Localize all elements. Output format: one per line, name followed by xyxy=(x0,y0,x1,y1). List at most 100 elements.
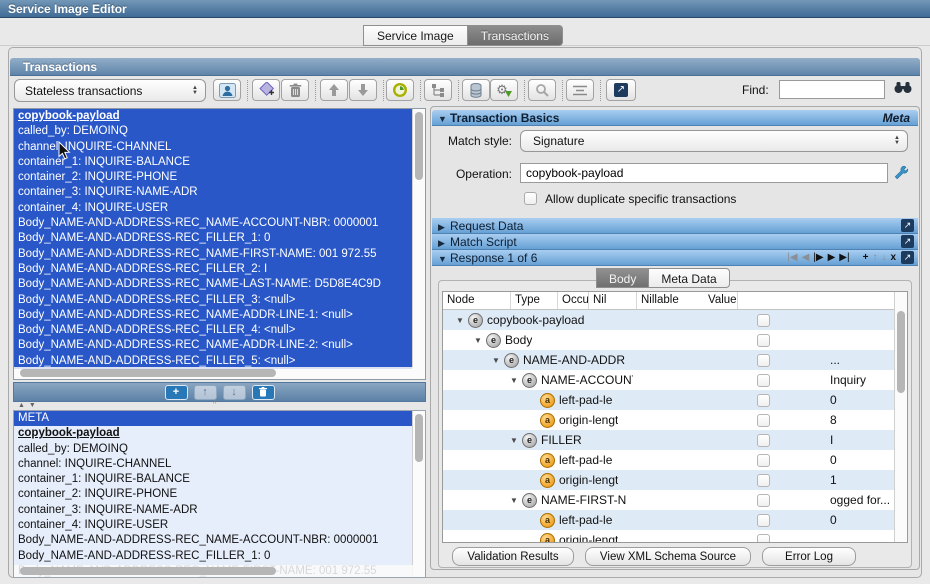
view-xml-schema-source-button[interactable]: View XML Schema Source xyxy=(585,547,751,566)
tree-table-row[interactable]: ▼ e NAME-FIRST-N ogged for... xyxy=(443,490,907,510)
transaction-field-row[interactable]: container_2: INQUIRE-PHONE xyxy=(14,170,413,185)
move-down-button[interactable] xyxy=(349,79,377,101)
add-transaction-button[interactable] xyxy=(252,79,280,101)
column-header[interactable]: Nillable xyxy=(637,292,704,309)
column-header[interactable]: Node xyxy=(443,292,511,309)
transaction-basics-header[interactable]: ▼Transaction Basics Meta xyxy=(432,110,918,126)
match-script-header[interactable]: ▶Match Script ↗ xyxy=(432,234,918,250)
meta-field-row[interactable]: copybook-payload xyxy=(14,426,425,441)
scrollbar-thumb[interactable] xyxy=(20,369,276,377)
meta-field-row[interactable]: container_2: INQUIRE-PHONE xyxy=(14,487,425,502)
transaction-field-row[interactable]: channel: INQUIRE-CHANNEL xyxy=(14,140,413,155)
expander-icon[interactable]: ▼ xyxy=(474,336,486,345)
transaction-field-row[interactable]: Body_NAME-AND-ADDRESS-REC_NAME-ADDR-LINE… xyxy=(14,308,413,323)
scrollbar-thumb[interactable] xyxy=(20,567,276,575)
binoculars-icon[interactable] xyxy=(894,81,912,94)
horizontal-scrollbar[interactable] xyxy=(14,367,425,379)
operation-input[interactable] xyxy=(520,163,888,183)
transaction-field-row[interactable]: called_by: DEMOINQ xyxy=(14,124,413,139)
nil-checkbox[interactable] xyxy=(757,354,770,367)
meta-field-row[interactable]: container_1: INQUIRE-BALANCE xyxy=(14,472,425,487)
next-page-icon[interactable]: ▶ xyxy=(828,250,836,266)
nil-checkbox[interactable] xyxy=(757,514,770,527)
nil-checkbox[interactable] xyxy=(757,374,770,387)
request-data-header[interactable]: ▶Request Data ↗ xyxy=(432,218,918,234)
vertical-scrollbar[interactable] xyxy=(894,292,907,542)
move-response-up-icon[interactable]: ↑ xyxy=(872,250,877,266)
tree-view-button[interactable] xyxy=(424,79,452,101)
delete-row-button[interactable] xyxy=(252,385,275,400)
generate-button[interactable]: ⚙ xyxy=(490,79,518,101)
meta-field-row[interactable]: called_by: DEMOINQ xyxy=(14,442,425,457)
tree-table-row[interactable]: ▼ a left-pad-le 0 xyxy=(443,510,907,530)
move-response-down-icon[interactable]: ↓ xyxy=(881,250,886,266)
nil-checkbox[interactable] xyxy=(757,474,770,487)
tree-table-row[interactable]: ▼ e NAME-AND-ADDR ... xyxy=(443,350,907,370)
scrollbar-thumb[interactable] xyxy=(415,112,423,180)
add-response-icon[interactable]: + xyxy=(863,250,869,266)
delete-response-icon[interactable]: x xyxy=(890,250,896,266)
match-style-dropdown[interactable]: Signature ▲▼ xyxy=(520,130,908,152)
tree-table-row[interactable]: ▼ a left-pad-le 0 xyxy=(443,450,907,470)
column-header[interactable]: Type xyxy=(511,292,558,309)
tree-table-row[interactable]: ▼ a origin-lengt xyxy=(443,530,907,543)
delete-transaction-button[interactable] xyxy=(281,79,309,101)
user-profile-button[interactable] xyxy=(213,79,241,101)
align-button[interactable] xyxy=(566,79,594,101)
tree-table-row[interactable]: ▼ e copybook-payload xyxy=(443,310,907,330)
value-cell[interactable]: ... xyxy=(827,353,894,367)
meta-field-row[interactable]: container_4: INQUIRE-USER xyxy=(14,518,425,533)
tree-table-row[interactable]: ▼ e NAME-ACCOUNT Inquiry xyxy=(443,370,907,390)
magnifier-button[interactable] xyxy=(528,79,556,101)
value-cell[interactable]: 8 xyxy=(827,413,894,427)
response-tab[interactable]: Meta Data xyxy=(649,268,729,288)
response-header[interactable]: ▼Response 1 of 6 |◀ ◀ |▶ ▶ ▶| + ↑ ↓ x ↗ xyxy=(432,250,918,266)
transaction-mode-dropdown[interactable]: Stateless transactions ▲▼ xyxy=(14,79,206,102)
expander-icon[interactable]: ▼ xyxy=(510,376,522,385)
transaction-field-row[interactable]: copybook-payload xyxy=(14,109,413,124)
transaction-field-row[interactable]: container_4: INQUIRE-USER xyxy=(14,201,413,216)
expander-icon[interactable]: ▼ xyxy=(492,356,504,365)
tree-table-row[interactable]: ▼ a left-pad-le 0 xyxy=(443,390,907,410)
value-cell[interactable]: 0 xyxy=(827,513,894,527)
tree-table-row[interactable]: ▼ a origin-lengt 8 xyxy=(443,410,907,430)
previous-page-icon[interactable]: ◀ xyxy=(802,250,810,266)
transaction-field-row[interactable]: container_3: INQUIRE-NAME-ADR xyxy=(14,185,413,200)
transaction-field-row[interactable]: Body_NAME-AND-ADDRESS-REC_FILLER_3: <nul… xyxy=(14,293,413,308)
move-row-down-button[interactable]: ↓ xyxy=(223,385,246,400)
current-page-icon[interactable]: |▶ xyxy=(813,250,823,266)
transaction-field-row[interactable]: Body_NAME-AND-ADDRESS-REC_NAME-ACCOUNT-N… xyxy=(14,216,413,231)
scrollbar-thumb[interactable] xyxy=(415,414,423,462)
expander-icon[interactable]: ▼ xyxy=(510,436,522,445)
transaction-field-row[interactable]: Body_NAME-AND-ADDRESS-REC_FILLER_1: 0 xyxy=(14,231,413,246)
meta-field-row[interactable]: Body_NAME-AND-ADDRESS-REC_NAME-ACCOUNT-N… xyxy=(14,533,425,548)
find-input[interactable] xyxy=(779,80,885,99)
wrench-icon[interactable] xyxy=(894,165,909,180)
transaction-field-row[interactable]: Body_NAME-AND-ADDRESS-REC_NAME-LAST-NAME… xyxy=(14,277,413,292)
allow-duplicate-checkbox[interactable] xyxy=(524,192,537,205)
value-cell[interactable]: I xyxy=(827,433,894,447)
splitter-collapse-icons[interactable]: ▲ ▼ xyxy=(18,402,37,409)
expander-icon[interactable]: ▼ xyxy=(456,316,468,325)
transaction-field-row[interactable]: container_1: INQUIRE-BALANCE xyxy=(14,155,413,170)
timing-button[interactable] xyxy=(386,79,414,101)
open-external-icon[interactable]: ↗ xyxy=(901,235,914,248)
collapse-arrow-icon[interactable]: ▶ xyxy=(438,219,450,235)
transaction-field-row[interactable]: Body_NAME-AND-ADDRESS-REC_FILLER_4: <nul… xyxy=(14,323,413,338)
nil-checkbox[interactable] xyxy=(757,454,770,467)
vertical-scrollbar[interactable] xyxy=(412,411,425,578)
add-row-button[interactable]: + xyxy=(165,385,188,400)
nil-checkbox[interactable] xyxy=(757,394,770,407)
main-tab[interactable]: Transactions xyxy=(468,25,563,46)
move-up-button[interactable] xyxy=(320,79,348,101)
nil-checkbox[interactable] xyxy=(757,494,770,507)
move-row-up-button[interactable]: ↑ xyxy=(194,385,217,400)
pane-splitter[interactable]: ▲ ▼ ^ xyxy=(13,402,426,410)
scrollbar-thumb[interactable] xyxy=(897,311,905,393)
transaction-field-row[interactable]: Body_NAME-AND-ADDRESS-REC_NAME-ADDR-LINE… xyxy=(14,338,413,353)
open-external-icon[interactable]: ↗ xyxy=(901,251,914,264)
meta-field-row[interactable]: Body_NAME-AND-ADDRESS-REC_FILLER_1: 0 xyxy=(14,549,425,564)
tree-table-row[interactable]: ▼ e Body xyxy=(443,330,907,350)
transaction-field-row[interactable]: Body_NAME-AND-ADDRESS-REC_NAME-FIRST-NAM… xyxy=(14,247,413,262)
value-cell[interactable]: 1 xyxy=(827,473,894,487)
